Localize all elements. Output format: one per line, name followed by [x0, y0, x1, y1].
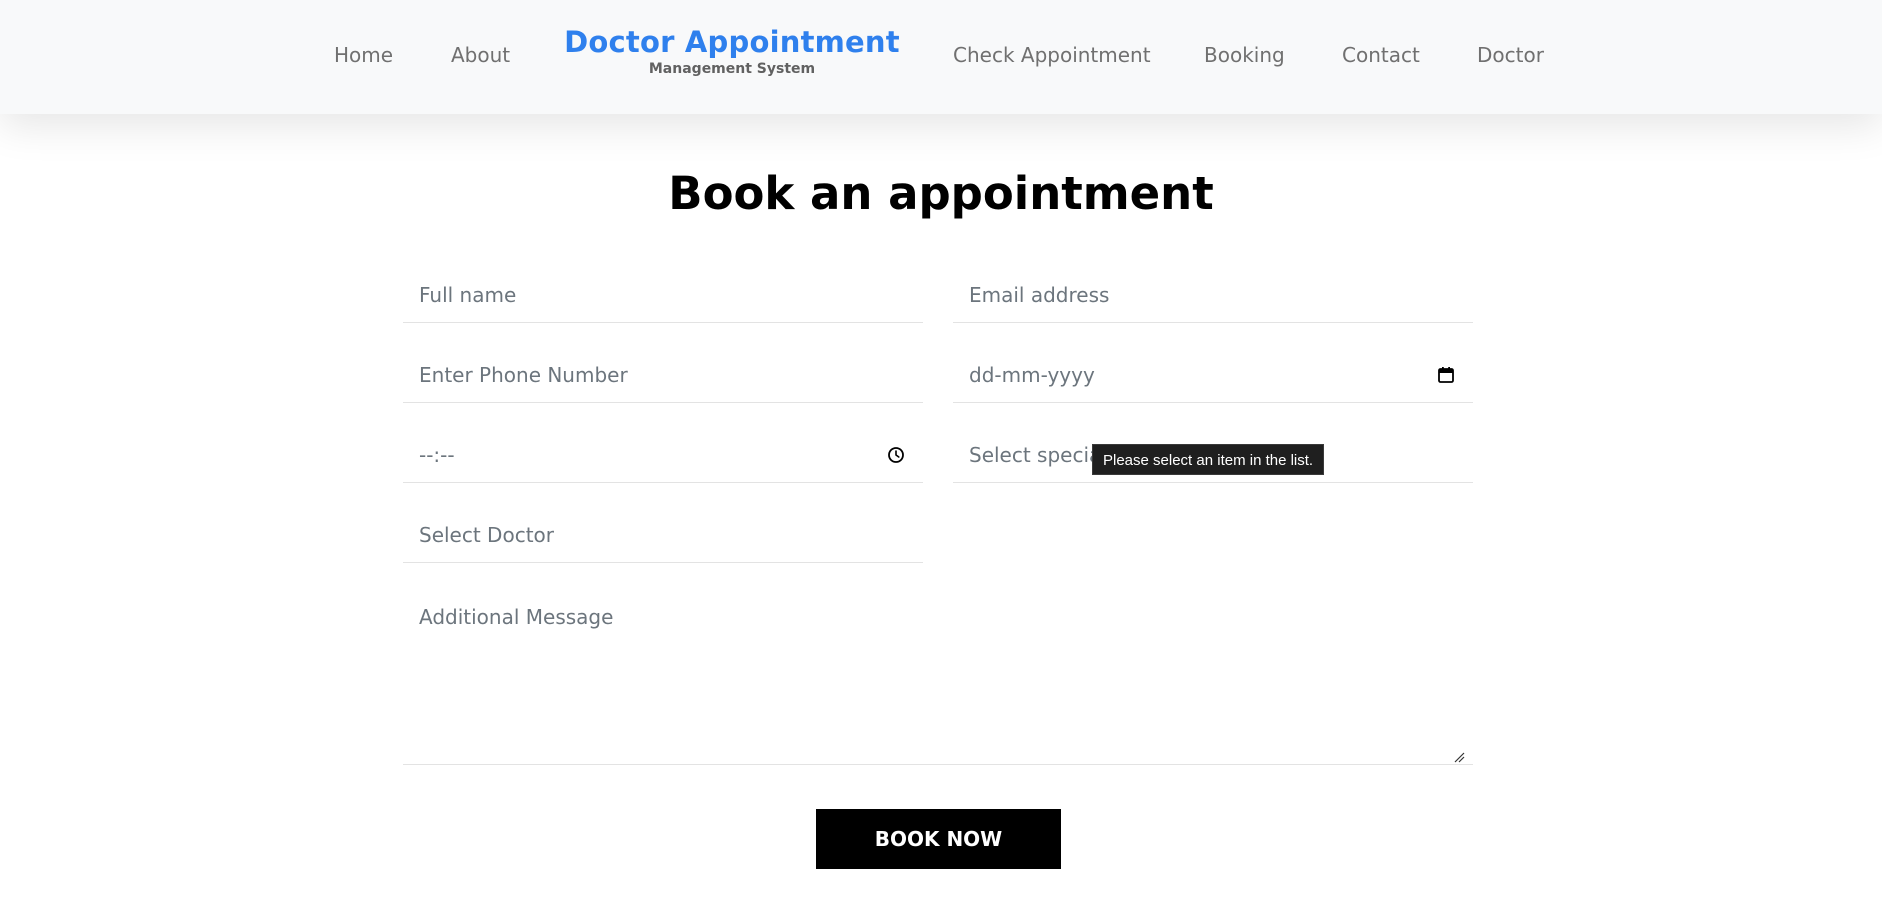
book-now-button[interactable]: BOOK NOW: [816, 809, 1061, 869]
doctor-select[interactable]: Select Doctor: [403, 507, 923, 563]
full-name-field: [403, 267, 923, 323]
time-value: --:--: [419, 442, 455, 467]
brand-logo[interactable]: Doctor Appointment Management System: [560, 24, 904, 78]
nav-about-link[interactable]: About: [451, 43, 510, 67]
site-header: Home About Doctor Appointment Management…: [0, 0, 1882, 114]
clock-icon[interactable]: [885, 444, 907, 466]
validation-tooltip: Please select an item in the list.: [1092, 444, 1325, 475]
message-textarea[interactable]: [419, 605, 1457, 746]
phone-field: [403, 347, 923, 403]
nav-check-appointment-link[interactable]: Check Appointment: [953, 43, 1151, 67]
full-name-input[interactable]: [419, 282, 907, 307]
date-field[interactable]: dd-mm-yyyy: [953, 347, 1473, 403]
nav-contact-link[interactable]: Contact: [1342, 43, 1420, 67]
doctor-select-value: Select Doctor: [419, 522, 554, 547]
brand-subtitle: Management System: [648, 61, 816, 77]
nav-doctor-link[interactable]: Doctor: [1477, 43, 1544, 67]
brand-title: Doctor Appointment: [564, 25, 900, 59]
nav-home-link[interactable]: Home: [334, 43, 393, 67]
email-field: [953, 267, 1473, 323]
calendar-icon[interactable]: [1435, 364, 1457, 386]
resize-handle-icon[interactable]: [1453, 748, 1465, 763]
time-field[interactable]: --:--: [403, 427, 923, 483]
message-field: [403, 587, 1473, 765]
page-title: Book an appointment: [668, 167, 1214, 220]
nav-booking-link[interactable]: Booking: [1204, 43, 1285, 67]
phone-input[interactable]: [419, 362, 907, 387]
email-input[interactable]: [969, 282, 1457, 307]
date-value: dd-mm-yyyy: [969, 362, 1095, 387]
